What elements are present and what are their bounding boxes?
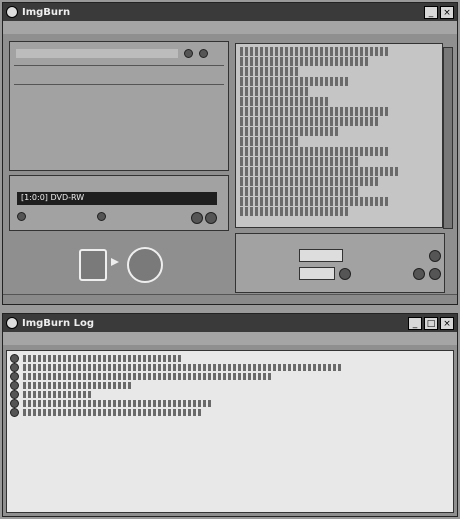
log-titlebar: ImgBurn Log _ □ ×	[3, 314, 457, 332]
source-file-field[interactable]	[16, 49, 178, 58]
info-icon	[10, 372, 19, 381]
info-line	[240, 47, 390, 56]
checkbox-icon	[17, 212, 26, 221]
eject-icon[interactable]	[205, 212, 217, 224]
info-icon	[10, 354, 19, 363]
info-icon	[10, 408, 19, 417]
spin-icon[interactable]	[339, 268, 351, 280]
info-line	[240, 147, 390, 156]
info-line	[240, 77, 350, 86]
browse-file-icon[interactable]	[199, 49, 208, 58]
info-line	[240, 177, 380, 186]
maximize-button[interactable]: □	[424, 316, 438, 330]
write-speed-select[interactable]	[299, 249, 343, 262]
verify-option[interactable]	[97, 212, 110, 221]
refresh-icon[interactable]	[191, 212, 203, 224]
info-line	[240, 117, 380, 126]
log-window-title: ImgBurn Log	[22, 317, 94, 329]
log-text	[23, 391, 93, 398]
log-line	[10, 390, 450, 399]
info-line	[240, 107, 390, 116]
info-line	[240, 157, 360, 166]
info-line	[240, 207, 350, 216]
info-scrollbar[interactable]	[443, 47, 453, 229]
menu-bar	[3, 21, 457, 34]
log-line	[10, 381, 450, 390]
source-row	[10, 48, 228, 59]
log-text	[23, 409, 203, 416]
info-row	[10, 76, 228, 78]
log-text	[23, 355, 183, 362]
close-button[interactable]: ×	[440, 316, 454, 330]
log-line	[10, 408, 450, 417]
disc-icon	[6, 317, 18, 329]
destination-drive-select[interactable]: [1:0:0] DVD-RW	[17, 192, 217, 205]
folder-icon[interactable]	[413, 268, 425, 280]
log-text	[23, 400, 213, 407]
source-panel	[9, 41, 229, 171]
main-titlebar: ImgBurn _ ×	[3, 3, 457, 21]
info-line	[240, 97, 330, 106]
log-line	[10, 354, 450, 363]
log-list	[6, 350, 454, 513]
info-icon	[10, 363, 19, 372]
source-header	[10, 42, 228, 46]
minimize-button[interactable]: _	[424, 5, 438, 19]
close-button[interactable]: ×	[440, 5, 454, 19]
info-line	[240, 127, 340, 136]
image-file-icon[interactable]	[79, 249, 107, 281]
log-text	[23, 382, 133, 389]
info-row	[10, 95, 228, 97]
log-menu-bar	[3, 332, 457, 345]
write-disc-button[interactable]	[127, 247, 163, 283]
info-line	[240, 187, 360, 196]
arrow-right-icon	[111, 258, 119, 266]
checkbox-icon	[97, 212, 106, 221]
info-line	[240, 57, 370, 66]
log-line	[10, 372, 450, 381]
info-icon	[10, 381, 19, 390]
info-line	[240, 197, 390, 206]
test-mode-option[interactable]	[17, 212, 30, 221]
device-info-pane	[235, 43, 443, 228]
log-line	[10, 363, 450, 372]
imgburn-main-window: ImgBurn _ × [1:0:0] DVD-RW	[2, 2, 458, 305]
info-icon	[10, 399, 19, 408]
info-icon	[10, 390, 19, 399]
log-text	[23, 364, 343, 371]
info-line	[240, 87, 310, 96]
log-text	[23, 373, 273, 380]
mail-icon[interactable]	[429, 268, 441, 280]
settings-panel	[235, 233, 445, 293]
disc-icon	[6, 6, 18, 18]
info-line	[240, 167, 400, 176]
browse-folder-icon[interactable]	[184, 49, 193, 58]
log-line	[10, 399, 450, 408]
settings-icon[interactable]	[429, 250, 441, 262]
copies-spinner[interactable]	[299, 267, 335, 280]
info-line	[240, 137, 300, 146]
minimize-button[interactable]: _	[408, 316, 422, 330]
imgburn-log-window: ImgBurn Log _ □ ×	[2, 313, 458, 517]
info-line	[240, 67, 300, 76]
status-bar	[3, 294, 457, 304]
window-title: ImgBurn	[22, 6, 71, 18]
